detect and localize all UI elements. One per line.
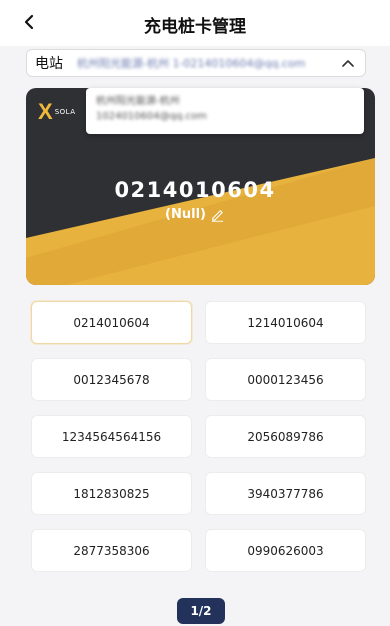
card-name-row: (Null) bbox=[0, 207, 390, 222]
card-tile[interactable]: 3940377786 bbox=[205, 472, 366, 515]
dropdown-option[interactable]: 1024010604@qq.com bbox=[96, 109, 354, 124]
card-list: 0214010604 1214010604 0012345678 0000123… bbox=[31, 301, 367, 572]
card-tile[interactable]: 0000123456 bbox=[205, 358, 366, 401]
station-dropdown-panel[interactable]: 杭州阳光能源-杭州 1024010604@qq.com bbox=[86, 88, 364, 134]
brand-logo: X SOLA bbox=[38, 101, 76, 123]
card-tile[interactable]: 0214010604 bbox=[31, 301, 192, 344]
station-selector[interactable]: 电站 杭州阳光能源-杭州 1-0214010604@qq.com bbox=[26, 49, 366, 77]
card-tile[interactable]: 0990626003 bbox=[205, 529, 366, 572]
dropdown-option[interactable]: 杭州阳光能源-杭州 bbox=[96, 94, 354, 109]
chevron-up-icon bbox=[342, 60, 354, 67]
card-tile[interactable]: 1234564564156 bbox=[31, 415, 192, 458]
station-value: 杭州阳光能源-杭州 1-0214010604@qq.com bbox=[77, 57, 306, 70]
pagination-indicator[interactable]: 1/2 bbox=[177, 598, 225, 624]
header-bar: 充电桩卡管理 bbox=[0, 0, 390, 46]
pencil-icon[interactable] bbox=[210, 207, 225, 222]
card-tile[interactable]: 2877358306 bbox=[31, 529, 192, 572]
station-label: 电站 bbox=[35, 56, 63, 72]
card-number: 0214010604 bbox=[114, 178, 276, 202]
card-tile[interactable]: 1812830825 bbox=[31, 472, 192, 515]
logo-text: SOLA bbox=[54, 108, 76, 116]
logo-x-mark: X bbox=[38, 99, 53, 124]
card-tile[interactable]: 1214010604 bbox=[205, 301, 366, 344]
card-name: (Null) bbox=[165, 207, 206, 222]
page-title: 充电桩卡管理 bbox=[144, 17, 246, 37]
card-tile[interactable]: 2056089786 bbox=[205, 415, 366, 458]
card-tile[interactable]: 0012345678 bbox=[31, 358, 192, 401]
